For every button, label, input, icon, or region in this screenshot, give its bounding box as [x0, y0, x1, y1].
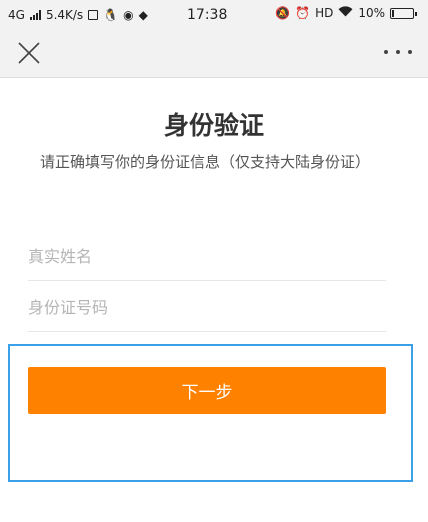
mute-icon: 🔕: [275, 6, 291, 20]
name-field: [28, 233, 386, 281]
battery-icon: [390, 7, 417, 19]
notification-icon: [88, 10, 99, 20]
network-type: 4G: [8, 8, 25, 22]
qq-icon: 🐧: [103, 8, 119, 22]
id-number-input[interactable]: [28, 298, 386, 317]
id-number-field: [28, 284, 386, 332]
battery-percent: 10%: [358, 6, 385, 20]
network-speed: 5.4K/s: [45, 8, 84, 22]
status-time: 17:38: [187, 7, 228, 23]
close-icon[interactable]: [16, 40, 42, 66]
weibo-icon: ◉: [123, 8, 134, 22]
status-left: 4G 5.4K/s 🐧 ◉ ◆: [8, 8, 148, 22]
wifi-icon: [338, 6, 353, 20]
battery-level: [392, 9, 394, 17]
next-button[interactable]: 下一步: [28, 367, 386, 414]
status-right: 🔕 ⏰ HD 10%: [275, 6, 417, 20]
nav-bar: [0, 30, 428, 78]
name-input[interactable]: [28, 247, 386, 266]
hd-label: HD: [315, 6, 334, 20]
status-bar: 4G 5.4K/s 🐧 ◉ ◆ 17:38 🔕 ⏰ HD 10%: [0, 0, 428, 30]
more-icon[interactable]: [384, 50, 412, 56]
signal-icon: [29, 10, 41, 20]
shield-icon: ◆: [138, 8, 148, 22]
page-title: 身份验证: [163, 111, 264, 140]
alarm-icon: ⏰: [295, 6, 311, 20]
page-subtitle: 请正确填写你的身份证信息（仅支持大陆身份证）: [39, 153, 370, 171]
